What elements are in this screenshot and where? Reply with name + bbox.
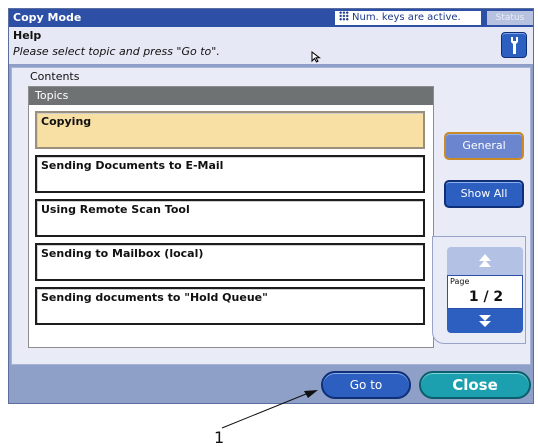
numkeys-text: Num. keys are active. [352,12,461,23]
arrow-up-icon [479,254,491,267]
page-indicator: Page 1 / 2 [447,275,523,309]
title-bar: Copy Mode Num. keys are active. Status [9,9,533,27]
help-header: Help Please select topic and press "Go t… [9,27,533,65]
mouse-pointer-icon [311,51,321,63]
help-instruction: Please select topic and press "Go to". [13,45,220,58]
help-heading: Help [13,29,42,42]
page-up-button[interactable] [447,247,523,275]
copy-mode-screen: Copy Mode Num. keys are active. Status H… [8,8,534,404]
contents-panel: Contents Topics Copying Sending Document… [11,67,531,365]
help-tool-button[interactable] [501,32,527,58]
go-to-button[interactable]: Go to [321,371,411,399]
keypad-icon [339,11,349,21]
status-button[interactable]: Status [487,11,533,25]
topic-item-copying[interactable]: Copying [35,111,425,149]
page: Copy Mode Num. keys are active. Status H… [0,0,538,447]
callout-arrow [221,390,318,429]
page-label: Page [450,277,470,286]
topic-item-remote-scan[interactable]: Using Remote Scan Tool [35,199,425,237]
show-all-button[interactable]: Show All [444,180,524,208]
topics-header: Topics [29,87,433,105]
wrench-icon [511,37,518,54]
numkeys-indicator: Num. keys are active. [335,11,481,25]
arrow-down-icon [479,315,491,327]
page-number: 1 / 2 [468,289,504,305]
general-button[interactable]: General [444,132,524,160]
topics-list: Topics Copying Sending Documents to E-Ma… [28,86,434,348]
topic-item-mailbox[interactable]: Sending to Mailbox (local) [35,243,425,281]
contents-label: Contents [30,70,80,83]
callout-number: 1 [214,428,225,447]
topic-item-email[interactable]: Sending Documents to E-Mail [35,155,425,193]
page-navigator: Page 1 / 2 [432,236,526,344]
topic-item-hold-queue[interactable]: Sending documents to "Hold Queue" [35,287,425,325]
page-down-button[interactable] [447,309,523,333]
window-title: Copy Mode [13,11,82,24]
close-button[interactable]: Close [419,371,531,399]
